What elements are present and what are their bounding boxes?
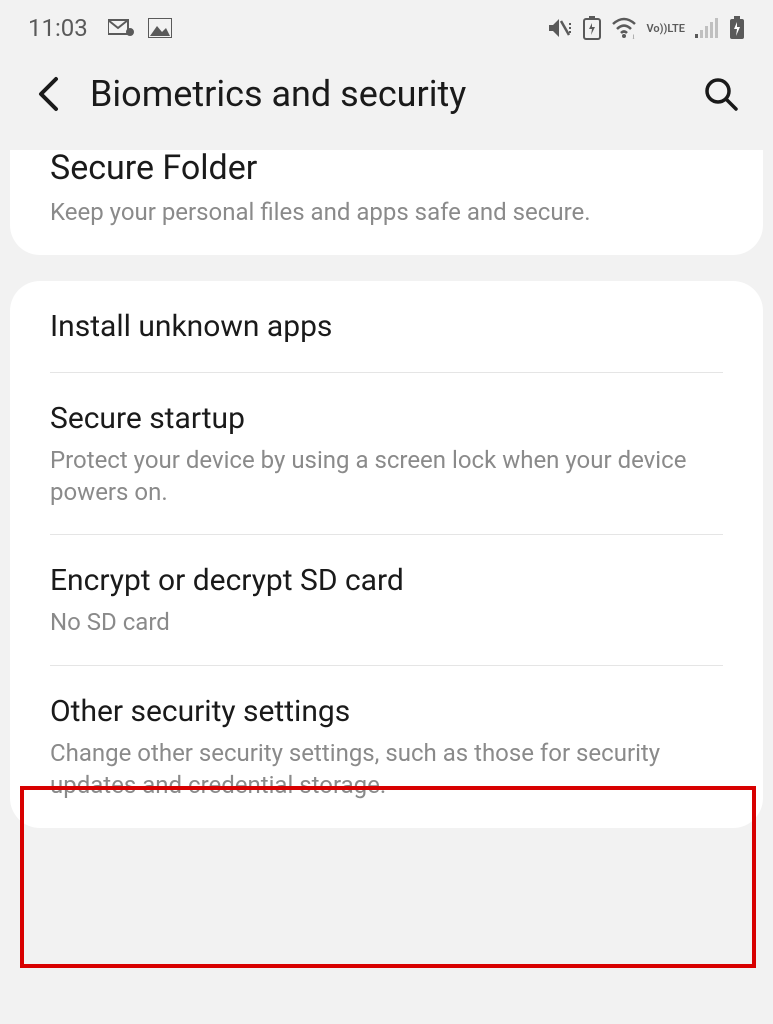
- back-button[interactable]: [28, 74, 68, 114]
- cellular-signal-icon: [695, 18, 719, 38]
- search-button[interactable]: [697, 70, 745, 118]
- volte-icon: Vo)) LTE: [647, 23, 685, 34]
- status-bar: 11:03 ↓↑ Vo)) LTE: [0, 0, 773, 54]
- setting-title: Install unknown apps: [50, 307, 723, 346]
- setting-subtitle: No SD card: [50, 606, 723, 638]
- volte-line1: Vo)): [647, 23, 668, 34]
- setting-install-unknown-apps[interactable]: Install unknown apps: [10, 281, 763, 372]
- setting-title: Encrypt or decrypt SD card: [50, 561, 723, 600]
- setting-encrypt-sd-card[interactable]: Encrypt or decrypt SD card No SD card: [10, 535, 763, 664]
- svg-text:↓↑: ↓↑: [631, 32, 637, 39]
- settings-card-2: Install unknown apps Secure startup Prot…: [10, 281, 763, 828]
- setting-title: Secure Folder: [50, 150, 723, 190]
- setting-subtitle: Protect your device by using a screen lo…: [50, 444, 723, 509]
- battery-charging-icon: [729, 16, 745, 40]
- setting-title: Other security settings: [50, 692, 723, 731]
- setting-other-security[interactable]: Other security settings Change other sec…: [10, 666, 763, 828]
- status-time: 11:03: [28, 14, 88, 42]
- battery-saver-icon: [583, 16, 601, 40]
- setting-title: Secure startup: [50, 399, 723, 438]
- volte-line2: LTE: [667, 23, 685, 34]
- setting-secure-startup[interactable]: Secure startup Protect your device by us…: [10, 373, 763, 535]
- setting-subtitle: Change other security settings, such as …: [50, 737, 723, 802]
- settings-card-1: Secure Folder Keep your personal files a…: [10, 150, 763, 255]
- mute-vibrate-icon: [547, 17, 573, 39]
- setting-subtitle: Keep your personal files and apps safe a…: [50, 196, 723, 228]
- chevron-left-icon: [37, 76, 59, 112]
- mail-icon: [108, 18, 136, 38]
- setting-secure-folder[interactable]: Secure Folder Keep your personal files a…: [10, 150, 763, 255]
- image-icon: [148, 18, 172, 38]
- wifi-icon: ↓↑: [611, 17, 637, 39]
- status-left: 11:03: [28, 14, 172, 42]
- search-icon: [703, 76, 739, 112]
- page-title: Biometrics and security: [90, 73, 675, 115]
- status-right: ↓↑ Vo)) LTE: [547, 16, 745, 40]
- page-header: Biometrics and security: [0, 54, 773, 150]
